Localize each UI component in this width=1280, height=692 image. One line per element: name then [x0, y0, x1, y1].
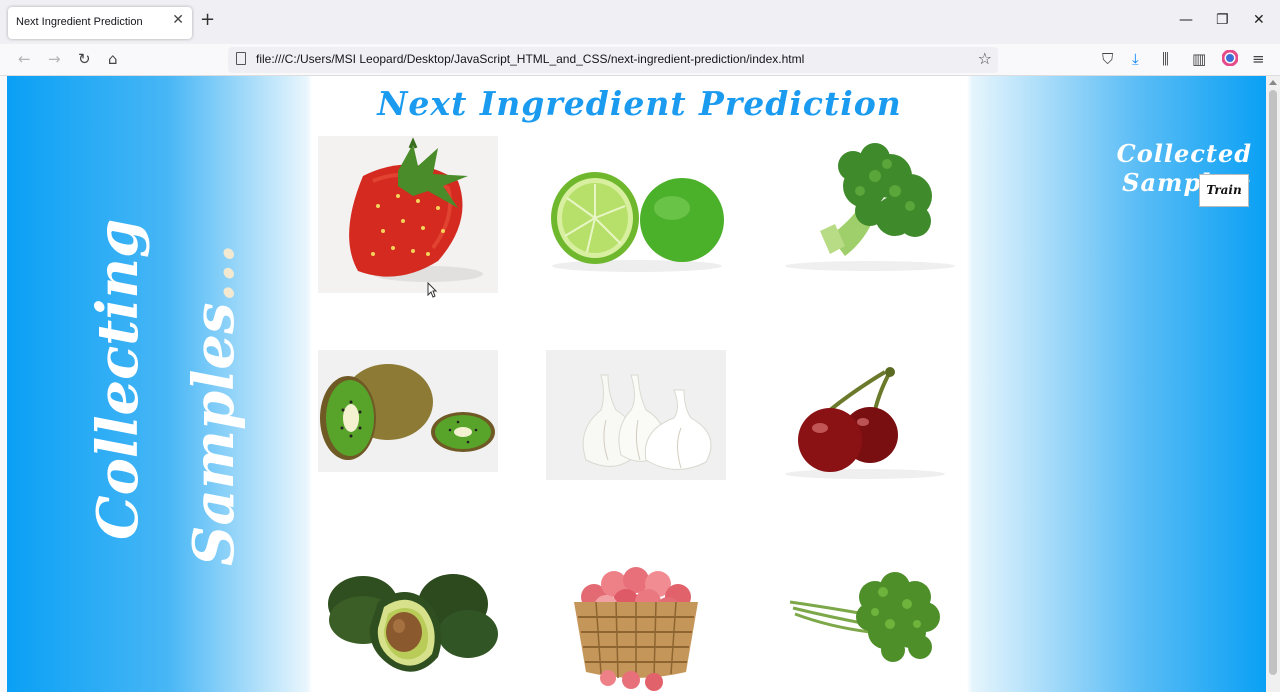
browser-tab-bar: Next Ingredient Prediction ✕ + — ❐ ✕ — [0, 0, 1280, 44]
parsley-icon — [789, 572, 940, 662]
account-icon[interactable] — [1221, 49, 1239, 70]
ingredient-broccoli[interactable] — [775, 136, 955, 272]
close-window-icon[interactable]: ✕ — [1253, 12, 1265, 28]
browser-tab[interactable]: Next Ingredient Prediction ✕ — [8, 7, 192, 39]
back-icon[interactable]: ← — [18, 50, 31, 68]
train-button[interactable]: Train — [1199, 174, 1249, 207]
reload-icon[interactable]: ↻ — [78, 50, 91, 68]
bookmark-star-icon[interactable]: ☆ — [978, 49, 992, 68]
ingredient-kiwi[interactable] — [318, 350, 498, 472]
lime-icon — [551, 172, 724, 272]
minimize-icon[interactable]: — — [1179, 12, 1193, 28]
ingredient-garlic[interactable] — [546, 350, 726, 480]
page-scrollbar[interactable] — [1266, 76, 1280, 692]
ingredient-parsley[interactable] — [775, 562, 955, 692]
strawberry-icon — [349, 137, 483, 282]
scroll-up-arrow-icon[interactable] — [1269, 80, 1277, 85]
new-tab-icon[interactable]: + — [200, 11, 215, 29]
ingredient-lime[interactable] — [547, 136, 727, 276]
status-line-collecting: Collecting — [85, 218, 151, 540]
downloads-icon[interactable]: ⤓ — [1132, 50, 1139, 68]
ingredient-strawberry[interactable] — [318, 136, 498, 293]
apples-icon — [574, 567, 698, 691]
page-viewport: Next Ingredient Prediction Collecting Sa… — [7, 76, 1266, 692]
mouse-cursor-icon — [427, 282, 437, 298]
close-tab-icon[interactable]: ✕ — [172, 12, 184, 28]
kiwi-icon — [320, 364, 495, 460]
scrollbar-thumb[interactable] — [1269, 90, 1277, 675]
status-line-samples: Samples... — [181, 243, 247, 566]
cherry-icon — [785, 367, 945, 479]
ingredient-cherry[interactable] — [775, 350, 955, 482]
home-icon[interactable]: ⌂ — [108, 50, 118, 68]
page-title: Next Ingredient Prediction — [377, 84, 902, 123]
ingredient-avocado[interactable] — [318, 562, 498, 692]
collecting-samples-status: Collecting Samples... — [85, 219, 255, 582]
restore-icon[interactable]: ❐ — [1216, 12, 1229, 28]
browser-nav-bar: ← → ↻ ⌂ file:///C:/Users/MSI Leopard/Des… — [0, 44, 1280, 76]
garlic-icon — [582, 374, 712, 471]
address-bar[interactable]: file:///C:/Users/MSI Leopard/Desktop/Jav… — [228, 47, 998, 73]
broccoli-icon — [785, 143, 955, 271]
pocket-icon[interactable]: ⛉ — [1102, 50, 1113, 68]
url-text[interactable]: file:///C:/Users/MSI Leopard/Desktop/Jav… — [256, 52, 804, 66]
page-icon — [236, 52, 246, 65]
menu-icon[interactable]: ≡ — [1252, 50, 1265, 68]
sidebar-icon[interactable]: ▥ — [1192, 50, 1206, 68]
library-icon[interactable]: ⫼ — [1162, 50, 1169, 68]
avocado-icon — [328, 574, 498, 672]
tab-title: Next Ingredient Prediction — [16, 16, 143, 28]
forward-icon[interactable]: → — [48, 50, 61, 68]
ingredient-apples[interactable] — [546, 562, 726, 692]
